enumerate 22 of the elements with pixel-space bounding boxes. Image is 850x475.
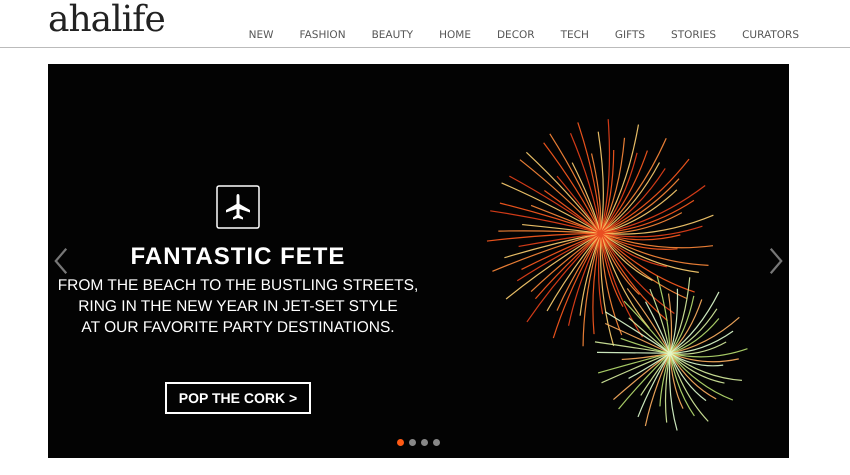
hero-text: RING IN THE NEW YEAR IN JET-SET STYLE — [78, 297, 398, 317]
hero-text: AT OUR FAVORITE PARTY DESTINATIONS. — [81, 318, 395, 338]
carousel-dot[interactable] — [397, 439, 404, 446]
carousel-dot[interactable] — [409, 439, 416, 446]
nav-link[interactable]: NEW — [236, 29, 287, 41]
chevron-right-icon[interactable] — [767, 247, 785, 275]
nav-link[interactable]: STORIES — [658, 29, 730, 41]
nav-link[interactable]: FASHION — [286, 29, 359, 41]
nav-link[interactable]: TECH — [548, 29, 602, 41]
nav-link[interactable]: BEAUTY — [358, 29, 426, 41]
chevron-left-icon[interactable] — [52, 247, 70, 275]
airplane-icon — [216, 185, 260, 229]
carousel-dot[interactable] — [433, 439, 440, 446]
cta-button[interactable]: POP THE CORK > — [164, 382, 312, 414]
nav-link[interactable]: CURATORS — [729, 29, 812, 41]
nav-link[interactable]: GIFTS — [602, 29, 658, 41]
logo[interactable]: ahalife — [48, 0, 165, 40]
nav-link[interactable]: DECOR — [484, 29, 548, 41]
carousel-dot[interactable] — [421, 439, 428, 446]
hero-text: FROM THE BEACH TO THE BUSTLING STREETS, — [58, 276, 418, 296]
hero-title: FANTASTIC FETE — [130, 243, 346, 271]
nav-link[interactable]: HOME — [426, 29, 484, 41]
